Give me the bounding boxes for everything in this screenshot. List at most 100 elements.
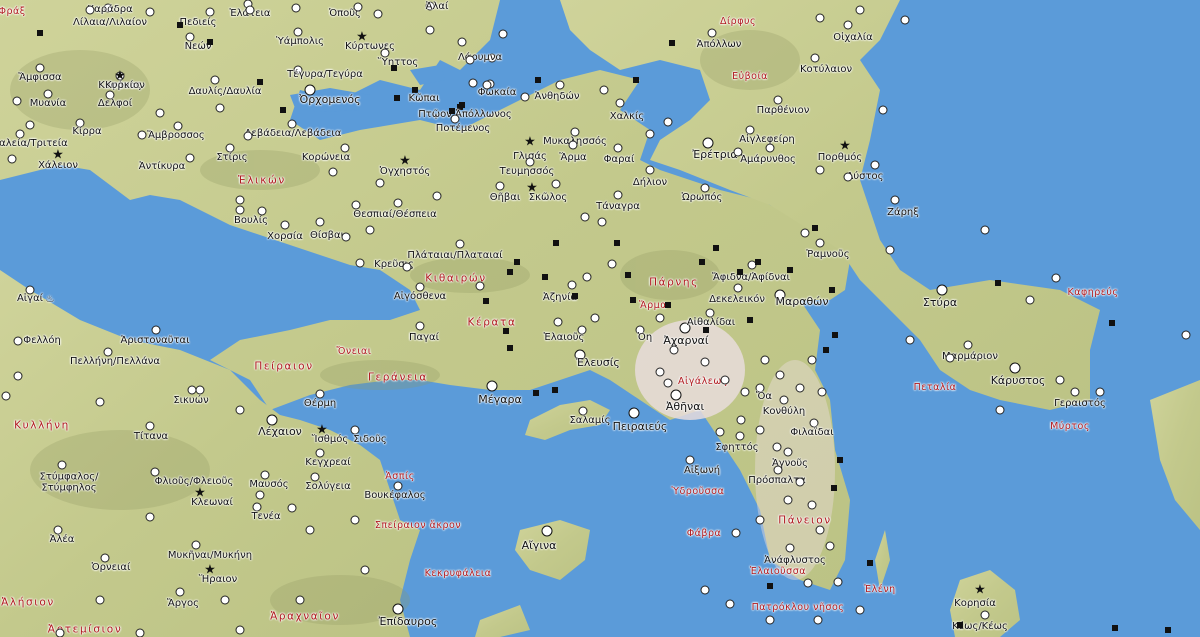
place-marker[interactable] xyxy=(155,108,165,118)
place-marker[interactable] xyxy=(890,195,900,205)
place-marker[interactable] xyxy=(235,405,245,415)
place-label-mausos[interactable]: Μαυσός xyxy=(249,479,288,491)
place-label-plataiai[interactable]: Πλάταιαι/Πλαταιαί xyxy=(407,250,502,262)
place-label-chorsiai[interactable]: Χορσία xyxy=(267,231,303,243)
place-marker[interactable] xyxy=(765,615,775,625)
place-marker[interactable] xyxy=(765,143,775,153)
place-label-oa[interactable]: Ὄα xyxy=(756,391,772,403)
place-marker[interactable] xyxy=(945,353,955,363)
place-marker[interactable] xyxy=(685,455,695,465)
place-marker[interactable] xyxy=(807,355,817,365)
place-marker[interactable] xyxy=(465,55,475,65)
sanctuary-star-icon[interactable]: ★ xyxy=(839,140,851,153)
place-marker[interactable] xyxy=(599,85,609,95)
place-label-pharai[interactable]: Φαραί xyxy=(604,154,635,166)
place-marker[interactable] xyxy=(670,389,682,401)
place-marker[interactable] xyxy=(7,154,17,164)
place-label-salamis[interactable]: Σαλαμίς xyxy=(569,415,610,427)
place-label-sidous[interactable]: Σιδοῦς xyxy=(353,434,387,446)
place-marker[interactable] xyxy=(145,7,155,17)
place-label-megara[interactable]: Μέγαρα xyxy=(478,394,521,406)
place-marker[interactable] xyxy=(541,525,553,537)
place-marker[interactable] xyxy=(817,387,827,397)
place-marker[interactable] xyxy=(1051,273,1061,283)
place-marker[interactable] xyxy=(772,442,782,452)
place-label-argos[interactable]: Ἄργος xyxy=(167,598,199,610)
place-marker[interactable] xyxy=(415,321,425,331)
site-square-icon[interactable] xyxy=(572,293,578,299)
place-marker[interactable] xyxy=(855,605,865,615)
place-label-heraion[interactable]: Ἥραιον xyxy=(199,574,238,586)
place-marker[interactable] xyxy=(733,283,743,293)
place-marker[interactable] xyxy=(980,610,990,620)
place-label-alea[interactable]: Ἀλέα xyxy=(50,534,75,546)
place-marker[interactable] xyxy=(305,525,315,535)
place-marker[interactable] xyxy=(785,543,795,553)
place-marker[interactable] xyxy=(145,421,155,431)
place-label-koresia[interactable]: Κορησία xyxy=(954,598,996,610)
place-label-aigai[interactable]: Αἰγαί xyxy=(17,293,43,305)
place-marker[interactable] xyxy=(151,325,161,335)
place-marker[interactable] xyxy=(795,477,805,487)
place-marker[interactable] xyxy=(663,117,673,127)
place-marker[interactable] xyxy=(468,78,478,88)
site-square-icon[interactable] xyxy=(207,39,213,45)
place-marker[interactable] xyxy=(613,190,623,200)
place-marker[interactable] xyxy=(568,140,578,150)
place-marker[interactable] xyxy=(725,599,735,609)
place-label-porthmos[interactable]: Πορθμός xyxy=(818,152,862,164)
place-marker[interactable] xyxy=(280,220,290,230)
place-label-phokaia[interactable]: Φωκαία xyxy=(478,87,517,99)
site-square-icon[interactable] xyxy=(391,65,397,71)
place-marker[interactable] xyxy=(145,512,155,522)
place-marker[interactable] xyxy=(392,603,404,615)
place-marker[interactable] xyxy=(195,385,205,395)
place-label-dekeleia[interactable]: Δεκελεικόν xyxy=(709,294,765,306)
site-square-icon[interactable] xyxy=(867,560,873,566)
site-square-icon[interactable] xyxy=(747,317,753,323)
place-marker[interactable] xyxy=(137,130,147,140)
place-label-boukephalos[interactable]: Βουκέφαλος xyxy=(364,490,425,502)
place-marker[interactable] xyxy=(810,53,820,63)
place-marker[interactable] xyxy=(205,7,215,17)
place-marker[interactable] xyxy=(645,165,655,175)
place-marker[interactable] xyxy=(731,528,741,538)
site-square-icon[interactable] xyxy=(542,274,548,280)
site-square-icon[interactable] xyxy=(737,269,743,275)
place-label-oe[interactable]: Ὀη xyxy=(638,332,652,344)
place-label-oichalia[interactable]: Οἰχαλία xyxy=(833,32,873,44)
site-square-icon[interactable] xyxy=(514,259,520,265)
place-label-konthyle[interactable]: Κονθύλη xyxy=(763,406,805,418)
place-label-stymphalos[interactable]: Στύμφαλος/Στύμφηλος xyxy=(40,472,99,494)
place-label-orchomenos[interactable]: Ὀρχομενός xyxy=(299,94,360,106)
site-square-icon[interactable] xyxy=(823,347,829,353)
place-marker[interactable] xyxy=(755,515,765,525)
site-square-icon[interactable] xyxy=(1165,627,1171,633)
place-marker[interactable] xyxy=(655,313,665,323)
site-square-icon[interactable] xyxy=(533,390,539,396)
place-label-stiris[interactable]: Στίρις xyxy=(216,152,247,164)
place-marker[interactable] xyxy=(803,578,813,588)
place-label-boulis[interactable]: Βουλίς xyxy=(234,215,268,227)
place-label-aristonautai[interactable]: Ἀριστοναῦται xyxy=(120,335,189,347)
place-marker[interactable] xyxy=(475,281,485,291)
site-square-icon[interactable] xyxy=(713,245,719,251)
place-label-pagai[interactable]: Παγαί xyxy=(409,332,439,344)
place-label-rhamnous[interactable]: Ῥαμνοῦς xyxy=(806,249,849,261)
place-marker[interactable] xyxy=(1009,362,1021,374)
place-label-styra[interactable]: Στύρα xyxy=(923,297,957,309)
place-label-titana[interactable]: Τίτανα xyxy=(134,431,168,443)
place-marker[interactable] xyxy=(936,284,948,296)
place-marker[interactable] xyxy=(815,13,825,23)
site-square-icon[interactable] xyxy=(535,77,541,83)
place-marker[interactable] xyxy=(963,340,973,350)
place-marker[interactable] xyxy=(393,198,403,208)
place-marker[interactable] xyxy=(175,587,185,597)
place-marker[interactable] xyxy=(795,383,805,393)
site-square-icon[interactable] xyxy=(837,457,843,463)
place-label-chaleion[interactable]: Χάλειον xyxy=(38,160,78,172)
site-square-icon[interactable] xyxy=(483,298,489,304)
place-label-phelloe[interactable]: Φελλόη xyxy=(23,335,61,347)
place-label-kenchreai[interactable]: Κεγχρεαί xyxy=(305,457,350,469)
place-label-thermi[interactable]: Θέρμη xyxy=(304,398,336,410)
